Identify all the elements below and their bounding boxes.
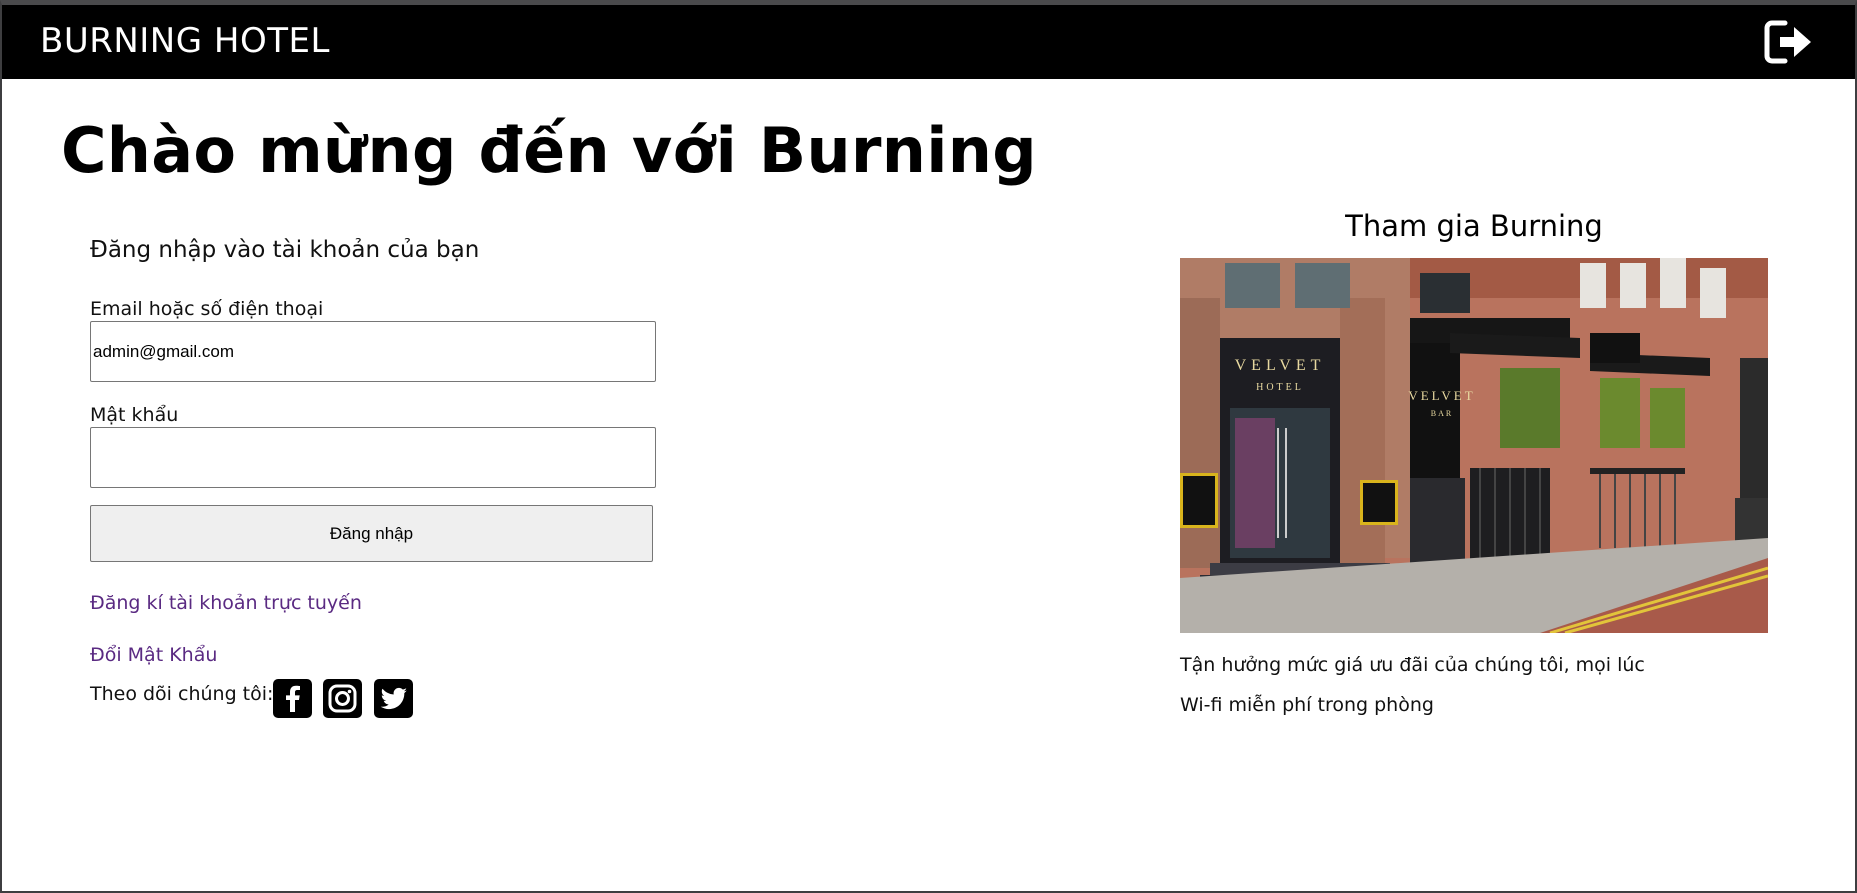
password-label: Mật khẩu (90, 404, 179, 426)
email-label: Email hoặc số điện thoại (90, 298, 324, 320)
login-button[interactable]: Đăng nhập (90, 505, 653, 562)
browser-window: BURNING HOTEL Chào mừng đến với Burning … (0, 0, 1857, 893)
instagram-icon[interactable] (323, 679, 362, 718)
feature-deals: Tận hưởng mức giá ưu đãi của chúng tôi, … (1180, 654, 1645, 676)
register-link[interactable]: Đăng kí tài khoản trực tuyến (90, 591, 362, 615)
bar-sign-text: VELVET (1408, 388, 1475, 403)
change-password-link[interactable]: Đổi Mật Khẩu (90, 643, 217, 667)
hotel-photo: VELVET HOTEL VELVET BAR (1180, 258, 1768, 633)
sign-out-icon[interactable] (1763, 15, 1815, 69)
twitter-icon[interactable] (374, 679, 413, 718)
top-navbar: BURNING HOTEL (2, 5, 1855, 79)
hotel-sign-subtext: HOTEL (1256, 382, 1304, 393)
hotel-sign-text: VELVET (1235, 357, 1326, 374)
follow-label: Theo dõi chúng tôi: (90, 683, 274, 705)
bar-sign-subtext: BAR (1431, 409, 1453, 418)
email-field[interactable] (90, 321, 656, 382)
page-title: Chào mừng đến với Burning (61, 114, 1037, 187)
facebook-icon[interactable] (273, 679, 312, 718)
join-title: Tham gia Burning (1345, 209, 1603, 243)
password-field[interactable] (90, 427, 656, 488)
feature-wifi: Wi-fi miễn phí trong phòng (1180, 694, 1434, 716)
brand-name[interactable]: BURNING HOTEL (40, 21, 330, 61)
login-heading: Đăng nhập vào tài khoản của bạn (90, 237, 480, 263)
